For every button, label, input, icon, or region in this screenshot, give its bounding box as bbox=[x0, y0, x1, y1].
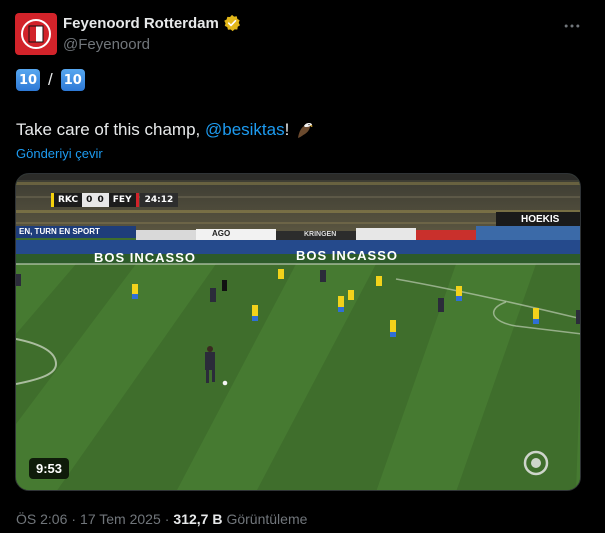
keycap-ten-icon: 10 bbox=[16, 69, 40, 91]
more-options-button[interactable] bbox=[560, 14, 584, 38]
views-count: 312,7 B bbox=[173, 511, 223, 527]
author-display-name[interactable]: Feyenoord Rotterdam bbox=[63, 15, 219, 32]
tweet-text-after: ! bbox=[284, 120, 290, 139]
feyenoord-logo-icon bbox=[16, 14, 56, 54]
ad-board-mid: AGO bbox=[212, 229, 231, 238]
video-duration: 9:53 bbox=[29, 458, 70, 479]
eagle-emoji-icon bbox=[298, 123, 314, 138]
more-dots-icon bbox=[564, 24, 580, 28]
match-video-frame bbox=[16, 174, 580, 490]
scoreboard-away-team: FEY bbox=[108, 193, 139, 207]
author-name-row: Feyenoord Rotterdam bbox=[63, 14, 241, 32]
tweet-text-before: Take care of this champ, bbox=[16, 120, 205, 139]
ad-board-right: BOS INCASSO bbox=[296, 248, 399, 263]
scoreboard: RKC 0 0 FEY 24:12 bbox=[51, 193, 179, 207]
tweet-text: Take care of this champ, @besiktas ! bbox=[16, 120, 315, 140]
tweet-meta: ÖS 2:06 · 17 Tem 2025 · 312,7 B Görüntül… bbox=[16, 511, 307, 527]
eredivisie-logo-icon bbox=[523, 450, 549, 476]
video-player[interactable]: RKC 0 0 FEY 24:12 BOS INCASSO BOS INCASS… bbox=[15, 173, 581, 491]
ad-board-mid2: KRINGEN bbox=[304, 231, 337, 238]
tweet-time[interactable]: ÖS 2:06 bbox=[16, 511, 67, 527]
mention-link[interactable]: @besiktas bbox=[205, 120, 285, 140]
ad-board-left: BOS INCASSO bbox=[94, 250, 197, 265]
author-handle[interactable]: @Feyenoord bbox=[63, 36, 150, 53]
ad-board-top-right: HOEKIS bbox=[521, 214, 560, 225]
tweet-date[interactable]: 17 Tem 2025 bbox=[80, 511, 161, 527]
scoreboard-home-team: RKC bbox=[51, 193, 83, 207]
tweet-emoji-line: 10 / 10 bbox=[16, 69, 85, 91]
scoreboard-clock: 24:12 bbox=[139, 193, 179, 207]
avatar[interactable] bbox=[15, 13, 57, 55]
views-label: Görüntüleme bbox=[226, 511, 308, 527]
meta-separator: · bbox=[71, 511, 77, 527]
meta-separator: · bbox=[164, 511, 170, 527]
slash-separator: / bbox=[48, 70, 53, 89]
stand-banner: EN, TURN EN SPORT bbox=[19, 227, 100, 236]
scoreboard-score: 0 0 bbox=[82, 193, 109, 207]
verified-badge-icon[interactable] bbox=[223, 14, 241, 32]
translate-post-link[interactable]: Gönderiyi çevir bbox=[16, 146, 103, 161]
keycap-ten-icon: 10 bbox=[60, 69, 85, 91]
